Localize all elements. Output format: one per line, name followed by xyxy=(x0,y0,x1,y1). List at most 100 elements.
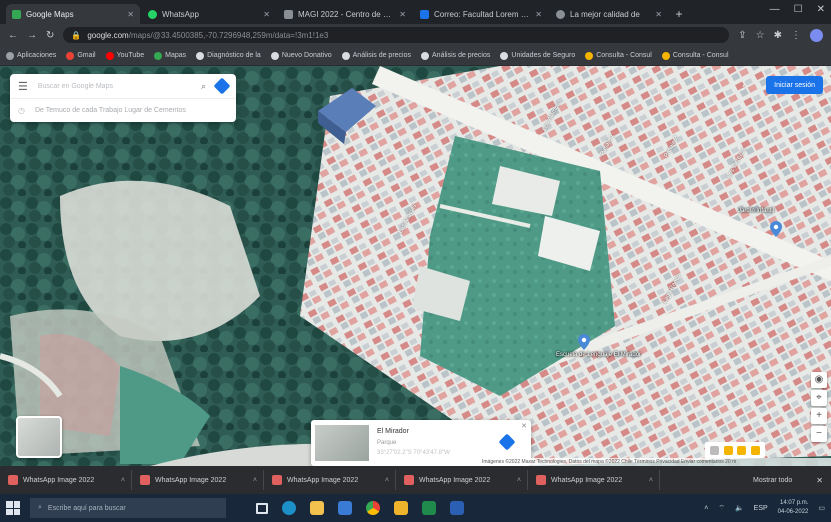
place-thumbnail[interactable] xyxy=(315,425,369,461)
bookmark-label: Nuevo Donativo xyxy=(281,52,332,59)
tab-close-icon[interactable]: ✕ xyxy=(263,10,270,19)
maximize-icon[interactable]: ☐ xyxy=(794,4,803,15)
download-item[interactable]: WhatsApp Image 2022 ˄ xyxy=(8,470,132,490)
minimize-icon[interactable]: — xyxy=(770,4,780,15)
bookmark-item[interactable]: Nuevo Donativo xyxy=(270,51,332,60)
directions-icon[interactable] xyxy=(498,433,516,451)
chrome-icon[interactable] xyxy=(366,501,380,515)
bookmark-item[interactable]: Consulta - Consul xyxy=(661,51,729,60)
search-input[interactable]: Buscar en Google Maps xyxy=(38,83,113,90)
tab-google-maps[interactable]: Google Maps ✕ xyxy=(6,4,140,24)
network-icon[interactable]: ⌔ xyxy=(718,504,725,513)
search-suggestion-text: De Temuco de cada Trabajo Lugar de Cemen… xyxy=(34,107,186,114)
tab-whatsapp[interactable]: WhatsApp ✕ xyxy=(142,4,276,24)
store-icon[interactable] xyxy=(338,501,352,515)
close-icon[interactable]: ✕ xyxy=(816,476,823,485)
street-view-controls[interactable] xyxy=(705,442,765,458)
search-row[interactable]: ☰ Buscar en Google Maps ⌕ xyxy=(10,74,236,98)
menu-icon[interactable]: ⋮ xyxy=(791,30,801,41)
compass-icon[interactable]: ◉ xyxy=(811,372,827,388)
search-suggestion[interactable]: ◷ De Temuco de cada Trabajo Lugar de Cem… xyxy=(10,98,236,122)
download-filename: WhatsApp Image 2022 xyxy=(155,476,227,484)
close-window-icon[interactable]: ✕ xyxy=(817,4,825,15)
chevron-up-icon[interactable]: ˄ xyxy=(649,477,653,484)
task-view-icon[interactable] xyxy=(256,502,268,514)
apps-grid-icon[interactable]: ⋮⋮ xyxy=(727,79,749,92)
imagery-thumb-icon[interactable] xyxy=(750,445,760,455)
map-pin-icon[interactable] xyxy=(578,334,590,350)
bookmark-item[interactable]: Gmail xyxy=(66,51,96,60)
bookmark-favicon-icon xyxy=(341,51,350,60)
bookmark-favicon-icon xyxy=(585,51,594,60)
download-item[interactable]: WhatsApp Image 2022 ˄ xyxy=(404,470,528,490)
sign-in-button[interactable]: Iniciar sesión xyxy=(766,76,823,94)
zoom-out-button[interactable]: − xyxy=(811,426,827,442)
back-arrow-icon[interactable]: ← xyxy=(8,30,18,41)
poi-label[interactable]: Jardín Infantil xyxy=(738,208,774,214)
new-tab-button[interactable]: + xyxy=(670,4,688,24)
share-icon[interactable]: ⇪ xyxy=(738,30,746,41)
excel-icon[interactable] xyxy=(422,501,436,515)
tab-correo[interactable]: Correo: Facultad Lorem Facult ✕ xyxy=(414,4,548,24)
taskbar-search-input[interactable]: ⌕ Escribe aquí para buscar xyxy=(30,498,226,518)
tray-chevron-icon[interactable]: ˄ xyxy=(704,505,708,512)
mail-app-icon[interactable] xyxy=(394,501,408,515)
extensions-icon[interactable]: ✱ xyxy=(774,30,782,41)
volume-icon[interactable]: 🔈 xyxy=(735,504,744,512)
chevron-up-icon[interactable]: ˄ xyxy=(253,477,257,484)
address-bar[interactable]: 🔒 google.com/maps/@33.4500385,-70.729694… xyxy=(63,27,730,43)
search-icon[interactable]: ⌕ xyxy=(201,81,206,92)
tab-close-icon[interactable]: ✕ xyxy=(399,10,406,19)
pegman-icon[interactable] xyxy=(710,445,720,455)
lock-icon[interactable]: 🔒 xyxy=(71,31,81,40)
map-pin-icon[interactable] xyxy=(770,221,782,237)
tab-magi[interactable]: MAGI 2022 - Centro de Proyect ✕ xyxy=(278,4,412,24)
directions-icon[interactable] xyxy=(213,77,231,95)
maps-favicon-icon xyxy=(12,9,21,19)
edge-icon[interactable] xyxy=(282,501,296,515)
toolbar-actions: ⇪ ☆ ✱ ⋮ xyxy=(738,28,823,42)
tab-close-icon[interactable]: ✕ xyxy=(535,10,542,19)
profile-avatar[interactable] xyxy=(810,28,823,42)
chevron-up-icon[interactable]: ˄ xyxy=(385,477,389,484)
bookmark-item[interactable]: Análisis de precios xyxy=(341,51,411,60)
bookmark-item[interactable]: Diagnóstico de la xyxy=(196,51,261,60)
file-explorer-icon[interactable] xyxy=(310,501,324,515)
clock[interactable]: 14:07 p.m. 04-06-2022 xyxy=(778,499,809,517)
image-file-icon xyxy=(404,475,414,485)
map-canvas[interactable]: Los Álamos Pasaje 1 Pasaje 2 Los Cerezos… xyxy=(0,66,831,466)
imagery-thumb-icon[interactable] xyxy=(723,445,733,455)
bookmark-item[interactable]: Análisis de precios xyxy=(421,51,490,60)
chevron-up-icon[interactable]: ˄ xyxy=(121,477,125,484)
bookmark-item[interactable]: Mapas xyxy=(154,51,186,60)
bookmark-item[interactable]: Unidades de Seguro xyxy=(500,51,576,60)
my-location-icon[interactable]: ⌖ xyxy=(811,390,827,406)
language-indicator[interactable]: ESP xyxy=(754,505,768,512)
bookmark-item[interactable]: Aplicaciones xyxy=(6,51,56,60)
bookmark-item[interactable]: Consulta - Consul xyxy=(585,51,652,60)
show-all-downloads-link[interactable]: Mostrar todo xyxy=(753,477,808,484)
star-icon[interactable]: ☆ xyxy=(756,30,765,41)
zoom-in-button[interactable]: + xyxy=(811,408,827,424)
word-icon[interactable] xyxy=(450,501,464,515)
poi-label[interactable]: Escuela de Lenguaje El Mirador xyxy=(556,352,641,358)
download-item[interactable]: WhatsApp Image 2022 ˄ xyxy=(272,470,396,490)
notifications-icon[interactable]: ▭ xyxy=(818,504,825,512)
download-item[interactable]: WhatsApp Image 2022 ˄ xyxy=(140,470,264,490)
forward-arrow-icon[interactable]: → xyxy=(27,30,37,41)
reload-icon[interactable]: ↻ xyxy=(46,30,54,41)
download-item[interactable]: WhatsApp Image 2022 ˄ xyxy=(536,470,660,490)
close-icon[interactable]: ✕ xyxy=(521,422,527,430)
chevron-up-icon[interactable]: ˄ xyxy=(517,477,521,484)
whatsapp-favicon-icon xyxy=(148,9,157,19)
tab-close-icon[interactable]: ✕ xyxy=(127,10,134,19)
bookmark-label: Unidades de Seguro xyxy=(511,52,576,59)
tab-close-icon[interactable]: ✕ xyxy=(655,10,662,19)
imagery-thumb-icon[interactable] xyxy=(737,445,747,455)
windows-start-icon[interactable] xyxy=(6,501,20,515)
layers-toggle-button[interactable] xyxy=(16,416,62,458)
bookmark-item[interactable]: YouTube xyxy=(105,51,144,60)
image-file-icon xyxy=(8,475,18,485)
tab-calidad[interactable]: La mejor calidad de ✕ xyxy=(550,4,668,24)
hamburger-menu-icon[interactable]: ☰ xyxy=(18,80,28,93)
